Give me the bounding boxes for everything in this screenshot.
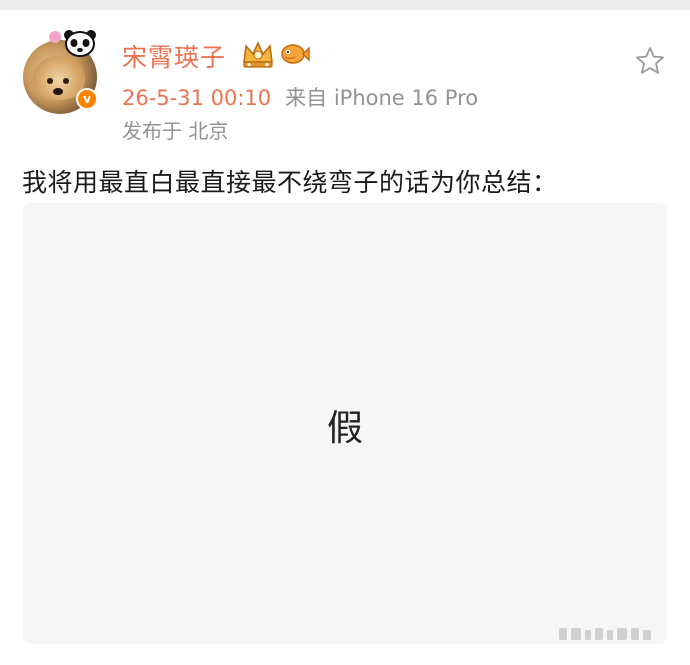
panda-icon	[64, 30, 96, 57]
post-time[interactable]: 26-5-31 00:10	[122, 86, 271, 110]
post-location: 发布于 北京	[122, 119, 229, 143]
crown-badge-icon[interactable]	[240, 38, 276, 70]
post-image[interactable]: 假	[23, 203, 667, 644]
avatar-eye-right	[63, 78, 69, 84]
top-divider	[0, 0, 690, 10]
verified-badge-icon: v	[76, 88, 98, 110]
image-text: 假	[326, 408, 363, 449]
avatar-nose	[53, 88, 63, 95]
post-text: 我将用最直白最直接最不绕弯子的话为你总结：	[22, 168, 558, 197]
username[interactable]: 宋霄瑛子	[122, 38, 226, 74]
avatar-eye-left	[47, 78, 53, 84]
watermark-logo	[559, 628, 651, 640]
post-source: 来自 iPhone 16 Pro	[285, 86, 479, 110]
post-meta: 26-5-31 00:10 来自 iPhone 16 Pro	[122, 82, 478, 112]
fish-badge-icon[interactable]	[280, 41, 310, 67]
star-icon[interactable]	[634, 45, 666, 77]
pink-heart-icon	[49, 31, 61, 43]
